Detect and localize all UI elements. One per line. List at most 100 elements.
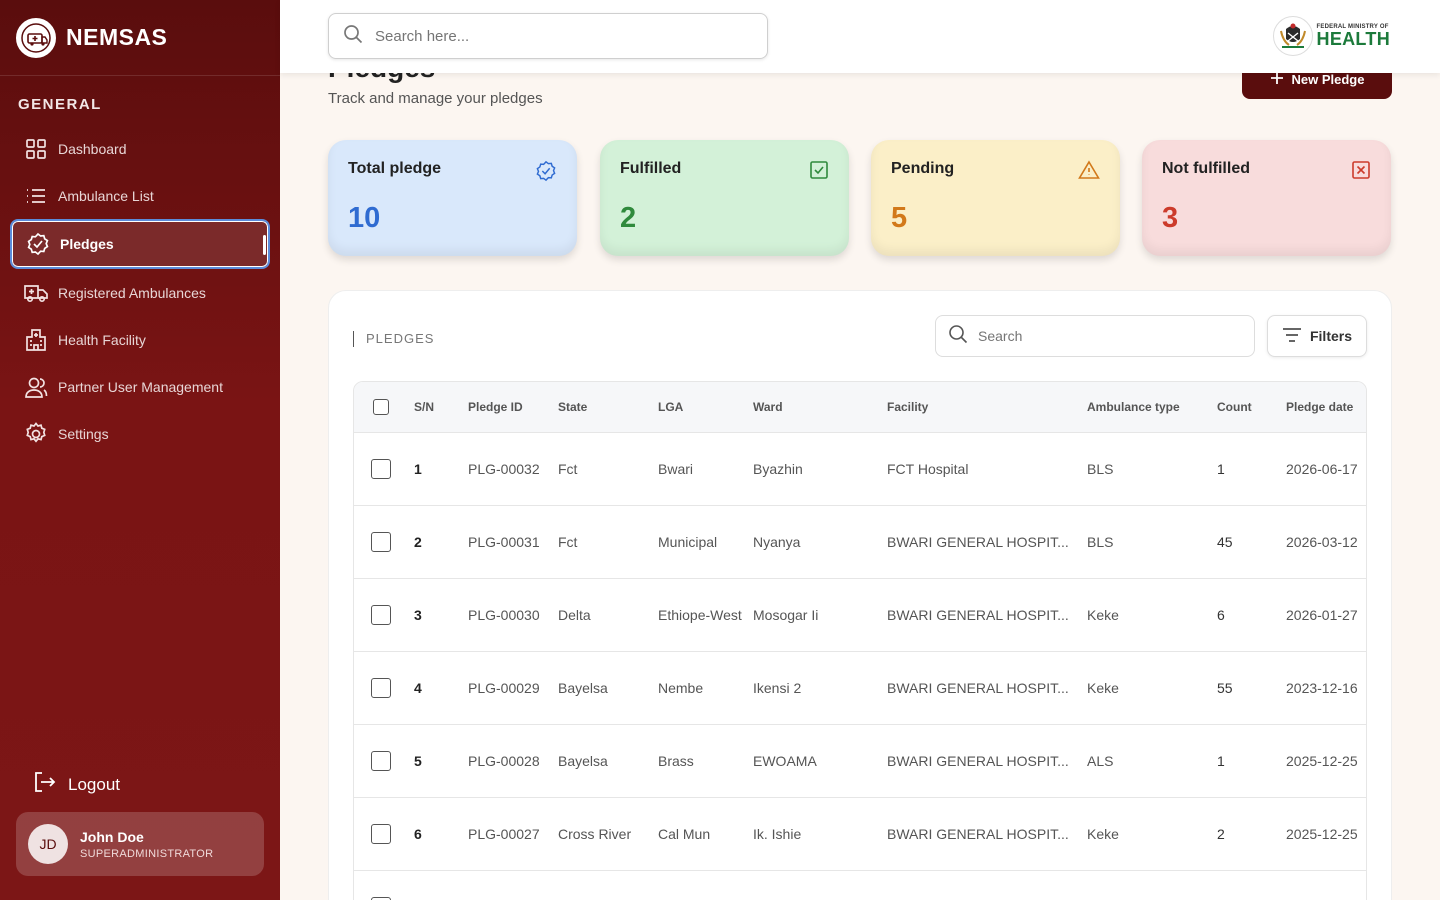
column-header[interactable]: Pledge ID	[468, 397, 558, 417]
cell-pledge-id: PLG-00032	[468, 461, 540, 477]
sidebar-item-registered-ambulances[interactable]: Registered Ambulances	[10, 269, 270, 316]
row-checkbox[interactable]	[371, 751, 391, 771]
check-square-icon	[809, 160, 829, 185]
cell-pledge-date: 2026-01-27	[1286, 607, 1358, 623]
brand: NEMSAS	[0, 0, 280, 76]
logout-icon	[32, 770, 56, 799]
cell-state: Cross River	[558, 826, 632, 842]
ministry-logo: FEDERAL MINISTRY OF HEALTH	[1272, 16, 1390, 56]
user-role: SUPERADMINISTRATOR	[80, 847, 214, 860]
table-row[interactable]: 3 PLG-00030 Delta Ethiope-West Mosogar I…	[354, 579, 1366, 652]
page-subtitle: Track and manage your pledges	[328, 90, 543, 107]
sidebar-item-label: Ambulance List	[58, 187, 154, 204]
cell-ward: Byazhin	[753, 461, 803, 477]
pledges-table: S/N Pledge ID State LGA Ward Facility Am…	[353, 381, 1367, 900]
nav-section-title: GENERAL	[18, 96, 102, 113]
cell-pledge-id: PLG-00028	[468, 753, 540, 769]
sidebar-item-ambulance-list[interactable]: Ambulance List	[10, 172, 270, 219]
cell-ward: EWOAMA	[753, 753, 817, 769]
stat-label: Total pledge	[348, 160, 442, 177]
row-checkbox[interactable]	[371, 824, 391, 844]
logout-button[interactable]: Logout	[32, 770, 120, 799]
hospital-icon	[24, 328, 48, 352]
cell-sn: 3	[414, 607, 422, 623]
cell-facility: BWARI GENERAL HOSPIT...	[887, 534, 1069, 550]
sidebar-item-settings[interactable]: Settings	[10, 410, 270, 457]
plus-icon	[1270, 71, 1284, 88]
ministry-big-text: HEALTH	[1316, 29, 1390, 49]
cell-lga: Ethiope-West	[658, 607, 742, 623]
cell-pledge-id: PLG-00029	[468, 680, 540, 696]
cell-pledge-date: 2025-12-25	[1286, 826, 1358, 842]
brand-name: NEMSAS	[66, 24, 168, 50]
users-icon	[24, 375, 48, 399]
user-card[interactable]: JD John Doe SUPERADMINISTRATOR	[16, 812, 264, 876]
new-pledge-label: New Pledge	[1291, 72, 1365, 87]
search-icon	[343, 24, 363, 49]
table-row[interactable]: PLG-	[354, 871, 1366, 900]
table-row[interactable]: 4 PLG-00029 Bayelsa Nembe Ikensi 2 BWARI…	[354, 652, 1366, 725]
global-search-input[interactable]	[375, 27, 755, 45]
cell-pledge-date: 2023-12-16	[1286, 680, 1358, 696]
filters-button[interactable]: Filters	[1267, 315, 1367, 357]
table-search[interactable]	[935, 315, 1255, 357]
cell-ward: Ik. Ishie	[753, 826, 802, 842]
cell-state: Bayelsa	[558, 680, 608, 696]
row-checkbox[interactable]	[371, 678, 391, 698]
sidebar-item-pledges[interactable]: Pledges	[10, 219, 270, 269]
cell-lga: Nembe	[658, 680, 704, 696]
cell-sn: 4	[414, 680, 422, 696]
column-header[interactable]: Facility	[887, 397, 1087, 417]
panel-title: PLEDGES	[353, 331, 434, 347]
cell-ambulance-type: Keke	[1087, 680, 1119, 696]
table-row[interactable]: 6 PLG-00027 Cross River Cal Mun Ik. Ishi…	[354, 798, 1366, 871]
cell-sn: 2	[414, 534, 422, 550]
cell-state: Fct	[558, 534, 578, 550]
stat-card-total: Total pledge 10	[328, 140, 577, 256]
column-header[interactable]: Count	[1217, 397, 1286, 417]
cell-ward: Nyanya	[753, 534, 801, 550]
table-row[interactable]: 5 PLG-00028 Bayelsa Brass EWOAMA BWARI G…	[354, 725, 1366, 798]
gear-icon	[24, 421, 48, 446]
sidebar-item-label: Registered Ambulances	[58, 284, 206, 301]
logout-label: Logout	[68, 774, 120, 794]
ambulance-icon	[24, 281, 48, 305]
cell-pledge-date: 2026-06-17	[1286, 461, 1358, 477]
global-search[interactable]	[328, 13, 768, 59]
sidebar-item-health-facility[interactable]: Health Facility	[10, 316, 270, 363]
sidebar-item-partner-user-management[interactable]: Partner User Management	[10, 363, 270, 410]
x-square-icon	[1351, 160, 1371, 185]
search-icon	[948, 324, 968, 349]
column-header[interactable]: S/N	[414, 397, 468, 417]
cell-facility: BWARI GENERAL HOSPIT...	[887, 753, 1069, 769]
cell-count: 6	[1217, 607, 1225, 623]
stat-label: Pending	[891, 160, 955, 177]
column-header[interactable]: Ward	[753, 397, 887, 417]
cell-count: 1	[1217, 753, 1225, 769]
cell-ambulance-type: ALS	[1087, 753, 1114, 769]
column-header[interactable]: Pledge date	[1286, 397, 1366, 417]
cell-ambulance-type: BLS	[1087, 534, 1114, 550]
cell-facility: BWARI GENERAL HOSPIT...	[887, 826, 1069, 842]
column-header[interactable]: State	[558, 397, 658, 417]
row-checkbox[interactable]	[371, 459, 391, 479]
cell-pledge-id: PLG-00027	[468, 826, 540, 842]
sidebar-nav: Dashboard Ambulance List Pledges Registe…	[0, 125, 280, 457]
select-all-checkbox[interactable]	[373, 399, 389, 415]
cell-count: 55	[1217, 680, 1233, 696]
column-header[interactable]: Ambulance type	[1087, 397, 1217, 417]
table-row[interactable]: 2 PLG-00031 Fct Municipal Nyanya BWARI G…	[354, 506, 1366, 579]
cell-sn: 5	[414, 753, 422, 769]
row-checkbox[interactable]	[371, 532, 391, 552]
cell-facility: FCT Hospital	[887, 461, 969, 477]
cell-sn: 1	[414, 461, 422, 477]
sidebar-item-dashboard[interactable]: Dashboard	[10, 125, 270, 172]
warning-icon	[1078, 160, 1100, 185]
column-header[interactable]: LGA	[658, 397, 753, 417]
badge-check-icon	[26, 232, 50, 256]
row-checkbox[interactable]	[371, 605, 391, 625]
cell-lga: Municipal	[658, 534, 718, 550]
cell-pledge-date: 2026-03-12	[1286, 534, 1358, 550]
table-row[interactable]: 1 PLG-00032 Fct Bwari Byazhin FCT Hospit…	[354, 433, 1366, 506]
table-search-input[interactable]	[978, 328, 1238, 344]
